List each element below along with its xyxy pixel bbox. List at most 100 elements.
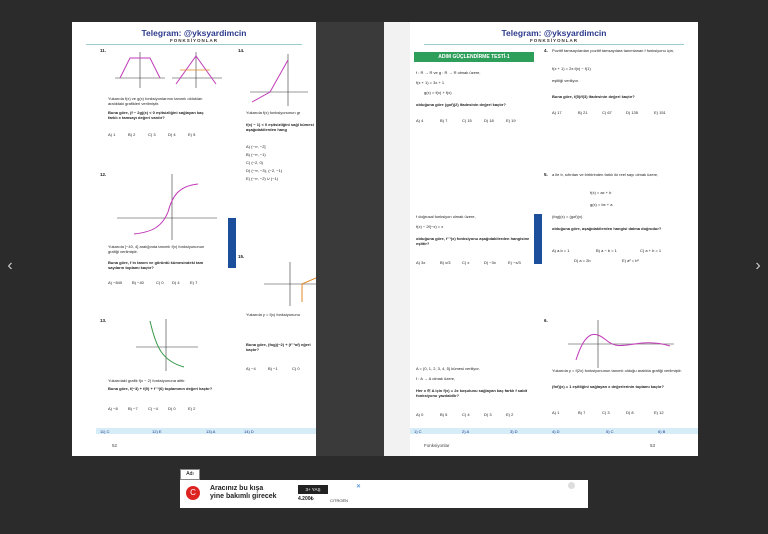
q1-option-c: C) 15 <box>462 118 472 123</box>
q14-option-e: E) (−∞, −2) ∪ (−1) <box>246 176 279 181</box>
right-page-margin <box>384 22 410 456</box>
question-number: 4. <box>544 48 548 53</box>
q2-option-a: A) 3x <box>416 260 426 265</box>
ad-brand: CITROËN <box>330 498 348 503</box>
q3-option-a: A) 0 <box>416 412 424 417</box>
q5-line: f(x) = ax + b <box>590 190 612 195</box>
q14-option-c: C) (−2, 0) <box>246 160 264 165</box>
ad-info-icon[interactable] <box>568 482 575 489</box>
q5-line: a ile b, sıfırdan ve birbirinden farklı … <box>552 172 659 177</box>
question-number: 14. <box>238 48 245 53</box>
q13-graph <box>136 319 198 371</box>
header-divider <box>424 44 684 45</box>
q15-question: Buna göre, (fog)(−2) + (f⁻¹of) eğeri kaç… <box>246 342 311 352</box>
q14-graph <box>250 54 308 106</box>
answer-key-item: 5) C <box>606 429 614 434</box>
q5-line: (fog)(x) = (gof)(x) <box>552 214 583 219</box>
q14-option-d: D) (−∞, −3), (−2, −1) <box>246 168 283 173</box>
page-header-title: Telegram: @yksyardimcin <box>501 28 607 38</box>
q11-option-b: B) 2 <box>128 132 136 137</box>
q11-graph <box>115 52 222 88</box>
q6-option-d: D) 8 <box>626 410 634 415</box>
q5-option-c: C) a + b = 1 <box>640 248 662 253</box>
q13-question: Buna göre, f(−3) + f(0) + f⁻¹(6) toplamı… <box>108 386 213 391</box>
q1-option-e: E) 19 <box>506 118 516 123</box>
right-page: Telegram: @yksyardimcin FONKSİYONLAR ADI… <box>410 22 698 456</box>
page-header-subtitle: FONKSİYONLAR <box>170 38 218 43</box>
ad-price: 4.200₺ <box>298 496 314 502</box>
page-header-subtitle: FONKSİYONLAR <box>530 38 578 43</box>
ad-headline-line-1: Aracınız bu kışa <box>210 485 264 492</box>
q11-option-c: C) 3 <box>148 132 156 137</box>
previous-page-button[interactable]: ‹ <box>2 252 18 280</box>
ad-close-icon[interactable]: ✕ <box>356 483 361 490</box>
q2-option-e: E) −x/3 <box>508 260 521 265</box>
ad-headline-line-2: yine bakımlı girecek <box>210 493 277 500</box>
q2-line: f doğrusal fonksiyon olmak üzere, <box>416 214 476 219</box>
answer-key-item: 14) D <box>244 429 254 434</box>
q5-option-e: E) a² = b² <box>622 258 639 263</box>
q1-option-d: D) 18 <box>484 118 494 123</box>
side-tab <box>534 214 542 264</box>
q13-description: Yukarıdaki grafik f(x − 2) fonksiyonuna … <box>108 378 186 383</box>
q6-option-a: A) 1 <box>552 410 560 415</box>
question-number: 5. <box>544 172 548 177</box>
q5-line: g(x) = bx + a <box>590 202 613 207</box>
question-number: 12. <box>100 172 107 177</box>
q12-question: Buna göre, f in tanım ve görüntü kümesin… <box>108 260 204 270</box>
q14-option-b: B) (−∞, −1) <box>246 152 266 157</box>
answer-key-item: 2) A <box>462 429 470 434</box>
left-page: Telegram: @yksyardimcin FONKSİYONLAR 11.… <box>72 22 316 456</box>
answer-key-item: 1) C <box>414 429 422 434</box>
page-number: 53 <box>650 443 656 448</box>
q12-description: Yukarıda [−40, 4] aralığında tanımlı f(x… <box>108 244 205 254</box>
next-page-button[interactable]: › <box>750 252 766 280</box>
q6-option-b: B) 7 <box>578 410 586 415</box>
answer-key-item: 11) C <box>100 429 110 434</box>
q11-option-a: A) 1 <box>108 132 116 137</box>
q13-option-d: D) 0 <box>168 406 176 411</box>
q15-option-c: C) 0 <box>292 366 300 371</box>
book-gutter <box>316 22 384 456</box>
ad-banner[interactable]: C Aracınız bu kışa yine bakımlı girecek … <box>180 480 588 508</box>
q12-option-e: E) 7 <box>190 280 198 285</box>
q1-option-a: A) 4 <box>416 118 424 123</box>
q14-option-a: A) (−∞, −2] <box>246 144 266 149</box>
q4-option-b: B) 21 <box>578 110 588 115</box>
q4-option-a: A) 17 <box>552 110 562 115</box>
q11-option-e: E) 5 <box>188 132 196 137</box>
q4-option-c: C) 67 <box>602 110 612 115</box>
q5-question: olduğuna göre, aşağıdakilerden hangisi d… <box>552 226 662 231</box>
q3-option-e: E) 2 <box>506 412 514 417</box>
q11-option-d: D) 4 <box>168 132 176 137</box>
q12-option-c: C) 0 <box>156 280 164 285</box>
q12-option-b: B) −40 <box>132 280 144 285</box>
q15-option-b: B) −1 <box>268 366 278 371</box>
footer-label: Fonksiyonlar <box>424 443 450 448</box>
q5-option-a: A) a.b = 1 <box>552 248 570 253</box>
page-number: 52 <box>112 443 118 448</box>
question-number: 11. <box>100 48 107 53</box>
q4-line: eşitliği veriliyor. <box>552 78 579 83</box>
q11-question: Buna göre, (f − 2g)(x) < 0 eşitsizliğini… <box>108 110 204 120</box>
q4-line: Pozitif tamsayılardan pozitif tamsayılar… <box>552 48 675 53</box>
q1-question: olduğuna göre (gof)(2) ifadesinin değeri… <box>416 102 506 107</box>
q12-option-a: A) −840 <box>108 280 123 285</box>
q14-description: Yukarıda f(x) fonksiyonunun gr <box>246 110 301 115</box>
q13-option-b: B) −7 <box>128 406 138 411</box>
q13-option-e: E) 2 <box>188 406 196 411</box>
question-number: 6. <box>544 318 548 323</box>
q6-line: Yukarıda y = f(2x) fonksiyonunun tanımlı… <box>552 368 682 373</box>
q1-option-b: B) 7 <box>440 118 448 123</box>
answer-key-item: 3) D <box>510 429 518 434</box>
answer-key-item: 12) E <box>152 429 162 434</box>
question-number: 15. <box>238 254 245 259</box>
q4-option-d: D) 135 <box>626 110 639 115</box>
q3-option-c: C) 4 <box>462 412 470 417</box>
q2-option-d: D) −3x <box>484 260 496 265</box>
ad-age-badge: 3+ YAŞ <box>298 485 328 494</box>
brand-logo-icon: C <box>186 486 200 500</box>
q5-option-b: B) a − b = 1 <box>596 248 617 253</box>
q6-graph <box>568 320 674 368</box>
q4-option-e: E) 151 <box>654 110 666 115</box>
